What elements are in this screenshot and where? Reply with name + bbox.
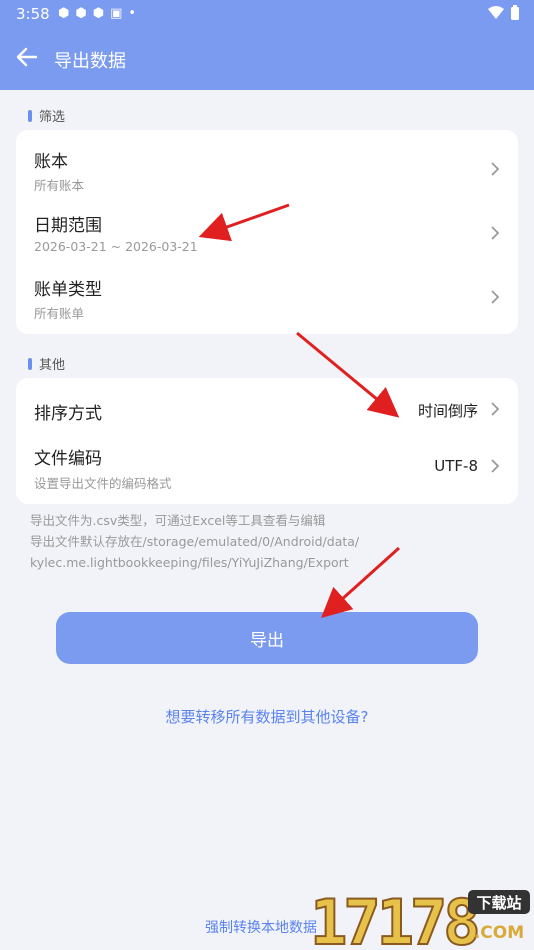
- bill-type-row[interactable]: 账单类型 所有账单: [16, 264, 518, 334]
- ledger-value: 所有账本: [34, 178, 85, 193]
- sort-order-title: 排序方式: [34, 404, 102, 424]
- dot-icon: •: [128, 6, 137, 21]
- watermark-logo: 17178 下载站 .COM: [310, 885, 530, 950]
- export-button[interactable]: 导出: [56, 612, 478, 664]
- app-notification-icon: ⬢: [92, 6, 105, 21]
- sort-order-value: 时间倒序: [417, 402, 478, 420]
- chevron-right-icon: [491, 162, 500, 176]
- wifi-icon: [488, 6, 504, 19]
- chevron-right-icon: [491, 402, 500, 416]
- date-range-row[interactable]: 日期范围 2026-03-21 ~ 2026-03-21: [16, 198, 518, 264]
- filter-label: 筛选: [39, 110, 66, 125]
- back-arrow-icon[interactable]: [14, 44, 40, 70]
- app-notification-icon: ⬢: [75, 6, 87, 21]
- ledger-row[interactable]: 账本 所有账本: [16, 130, 518, 198]
- other-card: 排序方式 时间倒序 文件编码 设置导出文件的编码格式 UTF-8: [16, 378, 518, 504]
- file-encoding-row[interactable]: 文件编码 设置导出文件的编码格式 UTF-8: [16, 440, 518, 504]
- chevron-right-icon: [491, 226, 500, 240]
- section-marker: [28, 109, 32, 122]
- svg-text:下载站: 下载站: [476, 894, 521, 912]
- page-title: 导出数据: [54, 51, 126, 72]
- notification-icons: ⬢ ⬢ ⬢ ▣ •: [58, 6, 136, 21]
- font-notification-icon: ▣: [110, 6, 123, 21]
- file-encoding-subtitle: 设置导出文件的编码格式: [34, 476, 172, 491]
- system-icons: [488, 5, 520, 21]
- transfer-data-link[interactable]: 想要转移所有数据到其他设备?: [0, 706, 534, 727]
- app-notification-icon: ⬢: [58, 6, 70, 21]
- svg-text:.COM: .COM: [474, 923, 524, 943]
- status-time: 3:58: [16, 5, 50, 23]
- note-line: 导出文件为.csv类型，可通过Excel等工具查看与编辑: [30, 513, 326, 528]
- chevron-right-icon: [491, 459, 500, 473]
- file-encoding-value: UTF-8: [434, 457, 478, 475]
- battery-icon: [511, 5, 519, 20]
- svg-text:17178: 17178: [310, 886, 477, 950]
- chevron-right-icon: [491, 290, 500, 304]
- filter-card: 账本 所有账本 日期范围 2026-03-21 ~ 2026-03-21 账单类…: [16, 130, 518, 334]
- export-notes: 导出文件为.csv类型，可通过Excel等工具查看与编辑 导出文件默认存放在/s…: [30, 510, 520, 573]
- other-section-label: 其他: [28, 354, 65, 373]
- note-line: kylec.me.lightbookkeeping/files/YiYuJiZh…: [30, 555, 349, 570]
- note-line: 导出文件默认存放在/storage/emulated/0/Android/dat…: [30, 534, 360, 549]
- bill-type-title: 账单类型: [34, 280, 102, 300]
- sort-order-row[interactable]: 排序方式 时间倒序: [16, 378, 518, 440]
- ledger-title: 账本: [34, 152, 68, 172]
- date-range-title: 日期范围: [34, 216, 102, 236]
- file-encoding-title: 文件编码: [34, 449, 102, 469]
- date-range-value: 2026-03-21 ~ 2026-03-21: [34, 239, 198, 254]
- other-label: 其他: [39, 358, 66, 373]
- force-convert-link[interactable]: 强制转换本地数据: [205, 917, 317, 937]
- status-bar: 3:58 ⬢ ⬢ ⬢ ▣ •: [0, 0, 534, 28]
- filter-section-label: 筛选: [28, 106, 65, 125]
- section-marker: [28, 357, 32, 370]
- app-bar: 导出数据: [0, 28, 534, 90]
- bill-type-value: 所有账单: [34, 306, 85, 321]
